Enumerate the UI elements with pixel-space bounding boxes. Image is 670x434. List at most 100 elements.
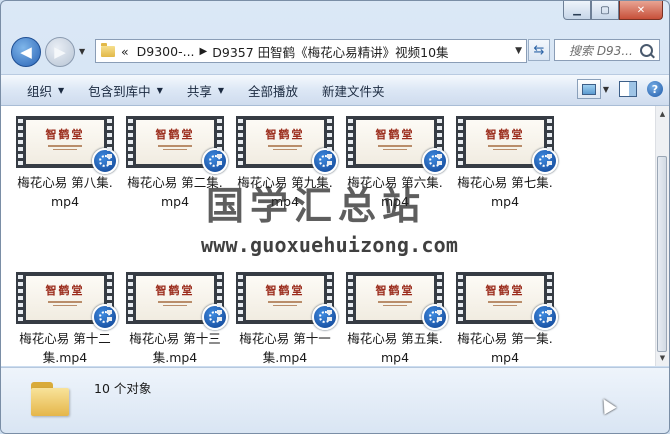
- thumbnail-divider: [383, 305, 407, 306]
- scroll-thumb[interactable]: [657, 156, 667, 352]
- media-player-icon: [92, 304, 118, 330]
- file-name: 梅花心易 第十三 集.mp4: [123, 329, 227, 366]
- thumbnail-divider: [48, 145, 82, 147]
- file-name-line: 集.mp4: [262, 350, 308, 365]
- file-name-line: mp4: [490, 194, 520, 209]
- search-icon: [640, 44, 653, 57]
- breadcrumb-item[interactable]: D9300-...: [137, 44, 195, 59]
- caption-buttons: ▁ ▢ ✕: [563, 1, 663, 20]
- share-menu[interactable]: 共享 ▼: [175, 81, 236, 100]
- file-item[interactable]: 智鹤堂 梅花心易 第五集. mp4: [343, 272, 448, 366]
- help-icon[interactable]: ?: [647, 81, 663, 97]
- vertical-scrollbar[interactable]: ▲ ▼: [655, 106, 669, 366]
- refresh-button[interactable]: ⇆: [528, 39, 550, 61]
- command-bar: 组织 ▼ 包含到库中 ▼ 共享 ▼ 全部播放 新建文件夹 ▼ ?: [1, 74, 669, 106]
- minimize-button[interactable]: ▁: [563, 1, 591, 20]
- view-controls: ▼ ?: [576, 79, 663, 99]
- file-item[interactable]: 智鹤堂 梅花心易 第十三 集.mp4: [123, 272, 228, 366]
- organize-label: 组织: [27, 83, 53, 99]
- thumbnail-logo: 智鹤堂: [375, 128, 415, 141]
- include-in-library-menu[interactable]: 包含到库中 ▼: [76, 81, 175, 100]
- video-thumbnail: 智鹤堂: [16, 272, 118, 330]
- media-player-icon: [532, 148, 558, 174]
- item-count: 10 个对象: [94, 381, 152, 396]
- breadcrumb-separator-icon[interactable]: ▶: [200, 46, 208, 57]
- file-item[interactable]: 智鹤堂 梅花心易 第十二 集.mp4: [13, 272, 118, 366]
- file-name-line: mp4: [50, 194, 80, 209]
- folder-body: [31, 388, 69, 416]
- thumbnail-logo: 智鹤堂: [155, 284, 195, 297]
- thumbnail-divider: [378, 145, 412, 147]
- thumbnail-divider: [53, 149, 77, 150]
- forward-button[interactable]: ▶: [45, 37, 75, 67]
- video-thumbnail: 智鹤堂: [126, 272, 228, 330]
- thumbnail-divider: [268, 301, 302, 303]
- watermark-text: 国学汇总站: [206, 184, 427, 228]
- view-dropdown-icon[interactable]: ▼: [603, 85, 609, 94]
- thumbnail-divider: [53, 305, 77, 306]
- maximize-button[interactable]: ▢: [591, 1, 619, 20]
- thumbnail-divider: [378, 301, 412, 303]
- file-name-line: 梅花心易 第十二: [19, 331, 111, 346]
- media-player-icon: [202, 148, 228, 174]
- folder-icon: [31, 382, 69, 416]
- file-name: 梅花心易 第五集. mp4: [343, 329, 447, 366]
- file-item[interactable]: 智鹤堂 梅花心易 第八集. mp4: [13, 116, 118, 211]
- file-name-line: 梅花心易 第一集.: [457, 331, 553, 346]
- file-name-line: mp4: [380, 350, 410, 365]
- video-thumbnail: 智鹤堂: [346, 116, 448, 174]
- thumbnail-logo: 智鹤堂: [375, 284, 415, 297]
- thumbnail-logo: 智鹤堂: [45, 128, 85, 141]
- thumbnail-divider: [493, 305, 517, 306]
- thumbnail-divider: [163, 305, 187, 306]
- thumbnail-logo: 智鹤堂: [45, 284, 85, 297]
- chevron-down-icon: ▼: [156, 85, 163, 95]
- file-name: 梅花心易 第一集. mp4: [453, 329, 557, 366]
- arrow-right-icon: ▶: [54, 43, 66, 61]
- file-name-line: 集.mp4: [152, 350, 198, 365]
- recent-pages-dropdown-icon[interactable]: ▼: [79, 47, 85, 56]
- video-thumbnail: 智鹤堂: [126, 116, 228, 174]
- video-thumbnail: 智鹤堂: [236, 116, 338, 174]
- thumbnail-divider: [158, 301, 192, 303]
- organize-menu[interactable]: 组织 ▼: [1, 81, 76, 100]
- media-player-icon: [202, 304, 228, 330]
- file-item[interactable]: 智鹤堂 梅花心易 第一集. mp4: [453, 272, 558, 366]
- video-thumbnail: 智鹤堂: [456, 116, 558, 174]
- thumbnail-divider: [383, 149, 407, 150]
- scroll-down-icon[interactable]: ▼: [656, 350, 669, 366]
- new-folder-button[interactable]: 新建文件夹: [310, 81, 397, 100]
- file-name-line: 梅花心易 第八集.: [17, 175, 113, 190]
- preview-pane-icon[interactable]: [619, 81, 637, 97]
- video-thumbnail: 智鹤堂: [346, 272, 448, 330]
- file-item[interactable]: 智鹤堂 梅花心易 第十一 集.mp4: [233, 272, 338, 366]
- watermark-url: www.guoxuehuizong.com: [201, 233, 459, 257]
- breadcrumb-overflow[interactable]: «: [121, 44, 129, 59]
- file-name: 梅花心易 第八集. mp4: [13, 173, 117, 211]
- thumbnail-divider: [268, 145, 302, 147]
- file-name: 梅花心易 第七集. mp4: [453, 173, 557, 211]
- folder-icon: [101, 42, 115, 57]
- search-input[interactable]: 搜索 D93...: [554, 39, 660, 61]
- details-pane: 10 个对象: [1, 367, 669, 433]
- media-player-icon: [422, 148, 448, 174]
- change-view-button[interactable]: [576, 79, 601, 99]
- media-player-icon: [312, 304, 338, 330]
- thumbnail-divider: [163, 149, 187, 150]
- breadcrumb-current[interactable]: D9357 田智鹤《梅花心易精讲》视频10集: [212, 42, 448, 61]
- address-dropdown-icon[interactable]: ▼: [515, 46, 522, 56]
- file-name-line: 梅花心易 第十一: [239, 331, 331, 346]
- close-button[interactable]: ✕: [619, 1, 663, 20]
- thumbnail-divider: [273, 149, 297, 150]
- file-name: 梅花心易 第十二 集.mp4: [13, 329, 117, 366]
- view-icon: [581, 83, 596, 95]
- file-name-line: 梅花心易 第五集.: [347, 331, 443, 346]
- thumbnail-divider: [158, 145, 192, 147]
- back-button[interactable]: ◀: [11, 37, 41, 67]
- explorer-window: ▁ ▢ ✕ ◀ ▶ ▼ « D9300-... ▶ D9357 田智鹤《梅花心易…: [0, 0, 670, 434]
- address-bar[interactable]: « D9300-... ▶ D9357 田智鹤《梅花心易精讲》视频10集 ▼: [95, 39, 527, 63]
- file-item[interactable]: 智鹤堂 梅花心易 第七集. mp4: [453, 116, 558, 211]
- play-all-button[interactable]: 全部播放: [236, 81, 310, 100]
- thumbnail-logo: 智鹤堂: [265, 284, 305, 297]
- scroll-up-icon[interactable]: ▲: [656, 106, 669, 122]
